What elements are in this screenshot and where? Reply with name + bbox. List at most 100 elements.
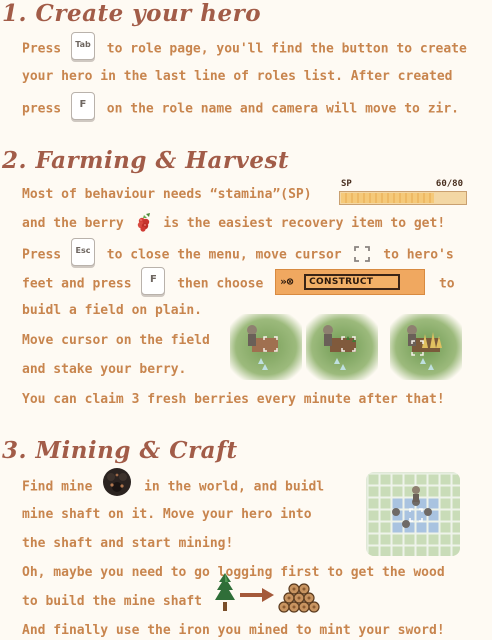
field-scene-2 xyxy=(306,314,378,380)
s2-line-2-text-a: and the berry xyxy=(22,216,124,231)
cursor-bracket-icon xyxy=(354,245,371,262)
sp-value: 60/80 xyxy=(435,179,463,189)
sp-track xyxy=(339,191,467,205)
rock xyxy=(402,520,410,528)
sp-fill xyxy=(341,193,434,203)
grid-tile xyxy=(427,473,440,486)
grid-tile xyxy=(379,533,392,546)
arrow-right-icon xyxy=(240,588,274,602)
grid-tile xyxy=(403,545,416,556)
sp-bar: SP 60/80 xyxy=(339,179,467,207)
grid-tile xyxy=(451,509,460,522)
grid-tile xyxy=(415,473,428,486)
s2-line-1: Most of behaviour needs “stamina”(SP) xyxy=(22,187,312,202)
grid-tile xyxy=(427,533,440,546)
mine-icon xyxy=(103,468,132,496)
grid-tile xyxy=(439,545,452,556)
grid-tile xyxy=(451,497,460,510)
tab-key-icon: Tab xyxy=(70,32,95,60)
s3-line-1: Find mine in the world, and buidl xyxy=(22,468,325,496)
s1-line-3-text-a: press xyxy=(22,101,62,117)
grid-tile xyxy=(439,521,452,534)
grid-tile xyxy=(379,473,392,486)
section-2-heading: 2. Farming & Harvest xyxy=(2,147,290,174)
construct-label: CONSTRUCT xyxy=(304,274,401,290)
s2-line-6: Move cursor on the field xyxy=(22,333,210,348)
grid-tile xyxy=(451,533,460,546)
grid-tile xyxy=(439,485,452,498)
s1-line-2: your hero in the last line of roles list… xyxy=(22,69,453,84)
field-scene-3 xyxy=(390,314,462,380)
s2-line-4-text-c: to xyxy=(438,276,455,292)
grid-tile xyxy=(403,533,416,546)
sp-label: SP xyxy=(341,179,352,189)
s2-line-3: Press Esc to close the menu, move cursor… xyxy=(22,238,454,266)
grid-tile xyxy=(391,473,404,486)
f-key-icon: F xyxy=(70,92,95,120)
tree-icon xyxy=(215,573,235,611)
s1-line-1-text-b: to role page, you'll find the button to … xyxy=(106,41,467,57)
grid-tile xyxy=(439,509,452,522)
grid-tile xyxy=(367,509,380,522)
grid-tile xyxy=(451,473,460,486)
grid-tile xyxy=(391,497,404,510)
grid-tile xyxy=(391,521,404,534)
grid-tile xyxy=(415,521,428,534)
grid-tile xyxy=(391,485,404,498)
grid-tile xyxy=(367,545,380,556)
s2-line-3-text-b: to close the menu, move cursor xyxy=(106,247,342,263)
field-scene-1 xyxy=(230,314,302,380)
s3-line-2: mine shaft on it. Move your hero into xyxy=(22,507,312,522)
grid-tile xyxy=(379,485,392,498)
s2-line-2: and the berry is the easiest recovery it… xyxy=(22,213,446,233)
grid-tile xyxy=(367,473,380,486)
rock xyxy=(392,508,400,516)
s2-line-4: feet and press F then choose »⊗ CONSTRUC… xyxy=(22,267,455,295)
s2-line-3-text-c: to hero's xyxy=(383,247,454,263)
s1-line-1: Press Tab to role page, you'll find the … xyxy=(22,32,467,60)
s2-line-4-text-a: feet and press xyxy=(22,276,132,292)
grid-tile xyxy=(451,545,460,556)
mine-grid-scene xyxy=(366,472,460,556)
s1-line-3-text-b: on the role name and camera will move to… xyxy=(106,101,459,117)
grid-tile xyxy=(415,545,428,556)
grid-tile xyxy=(379,497,392,510)
grid-tile xyxy=(391,545,404,556)
s1-line-1-text-a: Press xyxy=(22,41,62,57)
s2-line-2-text-b: is the easiest recovery item to get! xyxy=(163,216,446,231)
hero-figure-body xyxy=(413,494,419,502)
s3-line-5-text-a: to build the mine shaft xyxy=(22,594,203,609)
f-key-icon: F xyxy=(141,267,166,295)
grid-tile xyxy=(367,533,380,546)
grid-tile xyxy=(427,497,440,510)
grid-tile xyxy=(427,485,440,498)
log-pile-icon xyxy=(278,583,320,613)
grid-tile xyxy=(415,533,428,546)
hero-figure xyxy=(412,486,420,494)
grid-tile xyxy=(427,545,440,556)
s3-line-6: And finally use the iron you mined to mi… xyxy=(22,623,445,638)
rock xyxy=(424,508,432,516)
grid-tile xyxy=(367,485,380,498)
s2-line-4-text-b: then choose xyxy=(177,276,264,292)
s2-line-5: buidl a field on plain. xyxy=(22,303,203,318)
s2-line-8: You can claim 3 fresh berries every minu… xyxy=(22,392,445,407)
grid-tile xyxy=(379,521,392,534)
berry-icon xyxy=(137,213,150,232)
grid-tile xyxy=(367,521,380,534)
grid-tile xyxy=(439,497,452,510)
construct-arrow-icon: »⊗ xyxy=(280,275,294,288)
construct-button: »⊗ CONSTRUCT xyxy=(275,269,426,295)
grid-tile xyxy=(379,545,392,556)
s3-line-3: the shaft and start mining! xyxy=(22,536,234,551)
section-1-heading: 1. Create your hero xyxy=(2,0,262,27)
grid-tile xyxy=(451,485,460,498)
grid-tile xyxy=(367,497,380,510)
esc-key-icon: Esc xyxy=(70,238,95,266)
s3-line-1-text-b: in the world, and buidl xyxy=(144,479,325,495)
grid-tile xyxy=(439,533,452,546)
grid-tile xyxy=(427,521,440,534)
s3-line-1-text-a: Find mine xyxy=(22,479,93,495)
grid-tile xyxy=(439,473,452,486)
grid-tile xyxy=(379,509,392,522)
